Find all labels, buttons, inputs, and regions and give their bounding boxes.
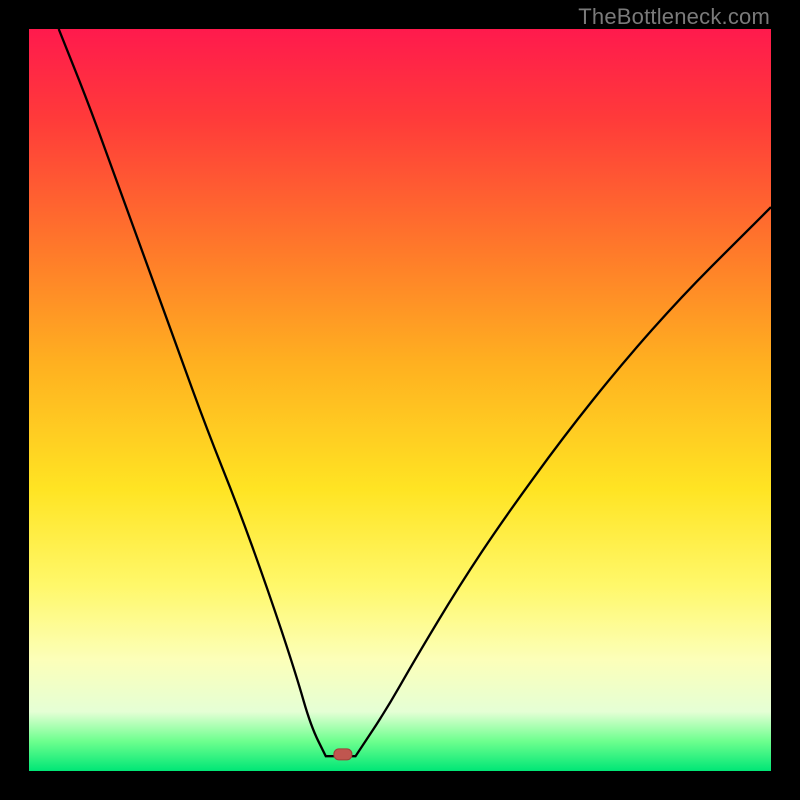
chart-plot-area bbox=[29, 29, 771, 771]
optimum-marker bbox=[334, 749, 352, 760]
bottleneck-curve bbox=[29, 29, 771, 771]
watermark-text: TheBottleneck.com bbox=[578, 4, 770, 30]
curve-path bbox=[59, 29, 771, 756]
